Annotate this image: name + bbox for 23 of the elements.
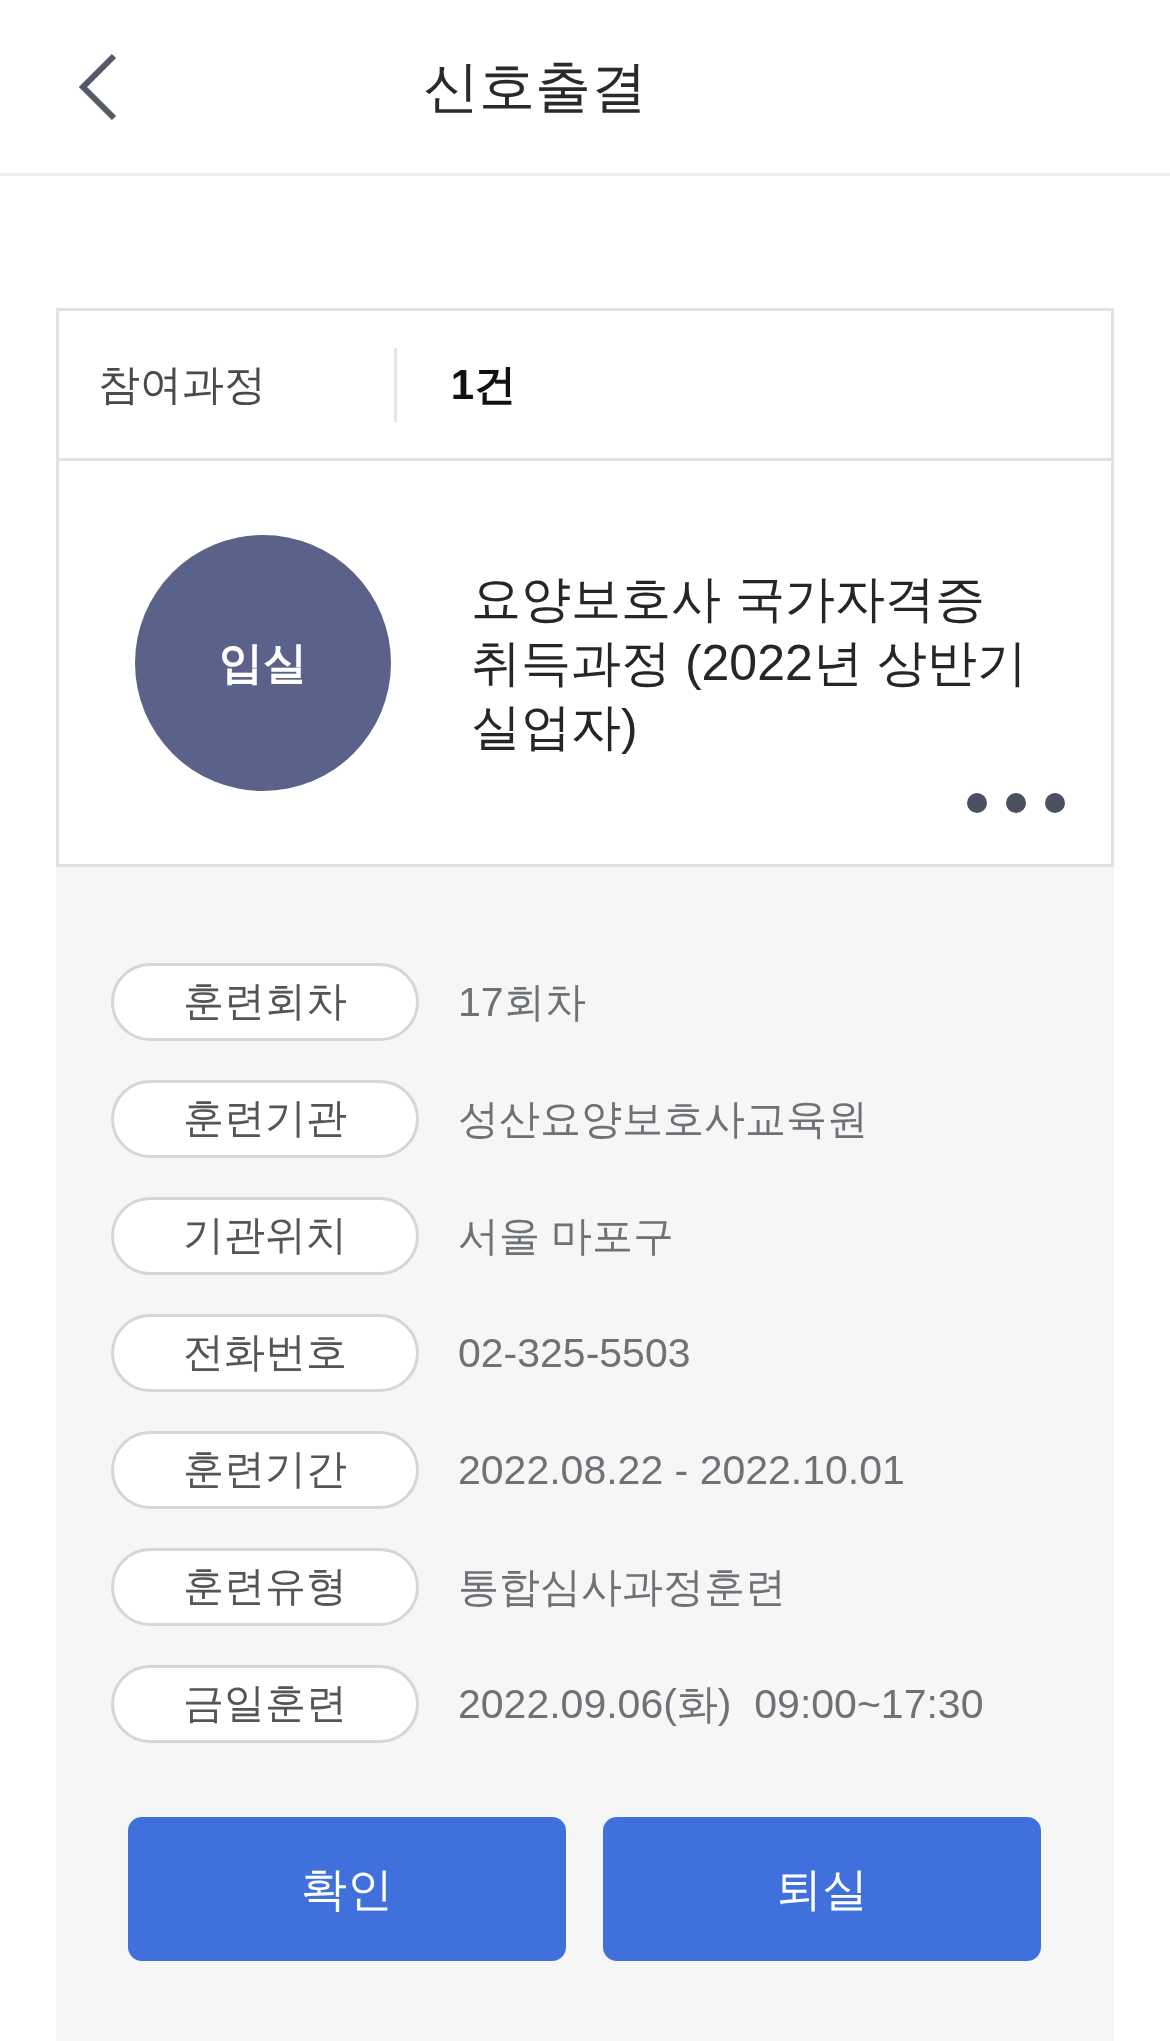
detail-label: 전화번호 xyxy=(111,1314,419,1392)
detail-value: 02-325-5503 xyxy=(458,1329,691,1378)
summary-value: 1건 xyxy=(450,359,516,410)
more-icon[interactable] xyxy=(967,793,1065,813)
chevron-left-icon xyxy=(78,52,118,121)
status-badge: 입실 xyxy=(135,534,391,791)
detail-value: 2022.09.06(화) 09:00~17:30 xyxy=(458,1680,984,1729)
course-title: 요양보호사 국가자격증 취득과정 (2022년 상반기 실업자) xyxy=(471,569,1028,757)
detail-value: 2022.08.22 - 2022.10.01 xyxy=(458,1446,905,1495)
detail-value: 통합심사과정훈련 xyxy=(458,1563,786,1612)
checkout-button[interactable]: 퇴실 xyxy=(603,1817,1041,1961)
detail-label: 훈련기간 xyxy=(111,1431,419,1509)
confirm-button[interactable]: 확인 xyxy=(128,1817,566,1961)
detail-value: 17회차 xyxy=(458,978,586,1027)
detail-value: 성산요양보호사교육원 xyxy=(458,1095,868,1144)
detail-value: 서울 마포구 xyxy=(458,1212,675,1261)
summary-label: 참여과정 xyxy=(98,359,266,410)
detail-label: 훈련회차 xyxy=(111,963,419,1041)
detail-label: 기관위치 xyxy=(111,1197,419,1275)
detail-label: 금일훈련 xyxy=(111,1665,419,1743)
page-title: 신호출결 xyxy=(423,53,647,120)
detail-label: 훈련기관 xyxy=(111,1080,419,1158)
detail-label: 훈련유형 xyxy=(111,1548,419,1626)
